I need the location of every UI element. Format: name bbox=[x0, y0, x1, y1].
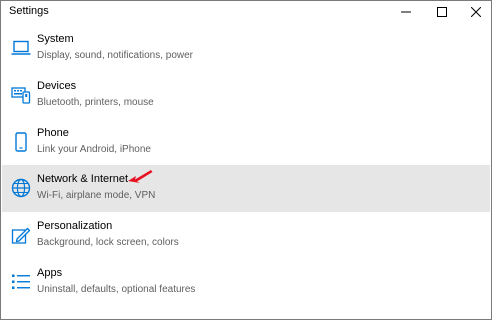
settings-item-name: Personalization bbox=[37, 220, 113, 232]
settings-item-devices[interactable]: Devices Bluetooth, printers, mouse bbox=[2, 72, 490, 119]
settings-item-name: Phone bbox=[37, 127, 69, 139]
annotation-arrow-icon bbox=[128, 170, 153, 183]
phone-icon bbox=[10, 131, 32, 153]
settings-item-network-internet[interactable]: Network & Internet Wi-Fi, airplane mode,… bbox=[2, 165, 490, 212]
globe-icon bbox=[10, 177, 32, 199]
laptop-icon bbox=[10, 37, 32, 59]
settings-item-name: System bbox=[37, 33, 74, 45]
settings-item-description: Display, sound, notifications, power bbox=[37, 50, 194, 61]
settings-item-description: Uninstall, defaults, optional features bbox=[37, 284, 196, 295]
window-title: Settings bbox=[9, 5, 49, 17]
close-button[interactable] bbox=[459, 1, 491, 23]
settings-item-personalization[interactable]: Personalization Background, lock screen,… bbox=[2, 212, 490, 259]
maximize-button[interactable] bbox=[425, 1, 459, 23]
minimize-icon bbox=[401, 11, 411, 13]
settings-item-description: Wi-Fi, airplane mode, VPN bbox=[37, 190, 156, 201]
settings-item-apps[interactable]: Apps Uninstall, defaults, optional featu… bbox=[2, 259, 490, 306]
settings-item-description: Link your Android, iPhone bbox=[37, 144, 151, 155]
settings-item-description: Bluetooth, printers, mouse bbox=[37, 97, 154, 108]
settings-item-description: Background, lock screen, colors bbox=[37, 237, 179, 248]
pen-icon bbox=[10, 224, 32, 246]
settings-window: Settings System Display, sound, notifica… bbox=[0, 0, 492, 320]
settings-item-name: Apps bbox=[37, 267, 63, 279]
maximize-icon bbox=[437, 7, 447, 17]
keyboard-icon bbox=[10, 84, 32, 106]
settings-item-system[interactable]: System Display, sound, notifications, po… bbox=[2, 25, 490, 72]
minimize-button[interactable] bbox=[389, 1, 423, 23]
settings-item-phone[interactable]: Phone Link your Android, iPhone bbox=[2, 119, 490, 166]
title-bar[interactable]: Settings bbox=[1, 1, 491, 23]
settings-item-name: Network & Internet bbox=[37, 173, 129, 185]
settings-item-name: Devices bbox=[37, 80, 77, 92]
close-icon bbox=[471, 7, 481, 17]
apps-list-icon bbox=[10, 271, 32, 293]
